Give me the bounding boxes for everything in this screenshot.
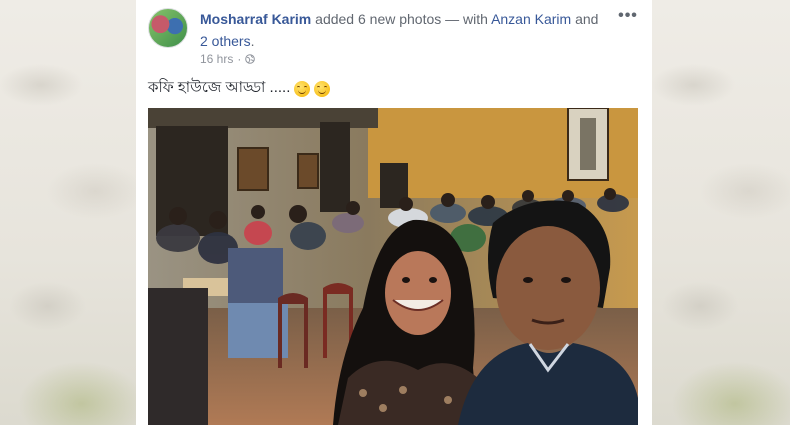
author-avatar[interactable] (148, 8, 188, 48)
author-name-link[interactable]: Mosharraf Karim (200, 11, 311, 27)
photo-selfie-coffee-house (148, 108, 638, 425)
background-left (0, 0, 136, 425)
post-meta: 16 hrs · (200, 52, 256, 66)
more-options-icon[interactable]: ••• (616, 6, 640, 26)
timestamp-link[interactable]: 16 hrs (200, 52, 233, 66)
action-text: added 6 new photos — with (311, 11, 492, 27)
meta-separator: · (237, 52, 242, 66)
smiling-face-icon (294, 80, 311, 97)
and-text: and (571, 11, 599, 27)
caption-text: কফি হাউজে আড্ডা ..... (148, 79, 291, 96)
tagged-person-link[interactable]: Anzan Karim (491, 11, 571, 27)
post-photo[interactable] (148, 108, 638, 425)
post-caption: কফি হাউজে আড্ডা ..... (148, 76, 331, 101)
others-link[interactable]: 2 others (200, 33, 251, 49)
post-headline: Mosharraf Karim added 6 new photos — wit… (200, 8, 600, 52)
post-card: Mosharraf Karim added 6 new photos — wit… (136, 0, 652, 425)
globe-icon[interactable] (245, 54, 256, 64)
period-text: . (250, 33, 255, 49)
background-right (652, 0, 790, 425)
smiling-face-icon (314, 80, 331, 97)
